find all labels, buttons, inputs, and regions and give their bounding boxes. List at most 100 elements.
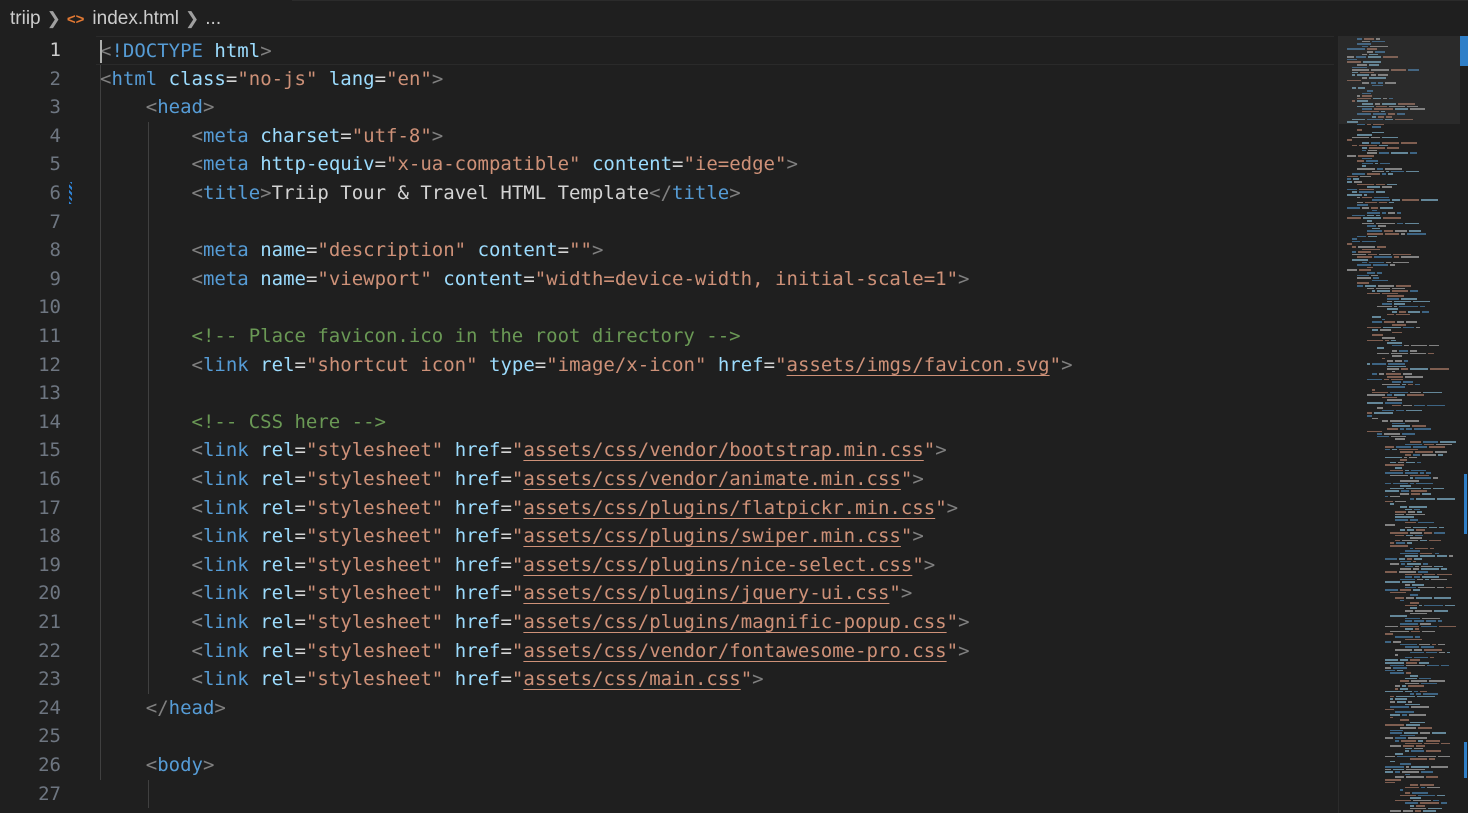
minimap-line	[1395, 313, 1410, 316]
minimap-line	[1387, 399, 1403, 401]
minimap-line	[1353, 178, 1359, 180]
code-token: charset	[260, 124, 341, 147]
code-line[interactable]: <!-- Place favicon.ico in the root direc…	[100, 322, 741, 351]
minimap-line	[1357, 277, 1371, 279]
code-link[interactable]: assets/css/plugins/magnific-popup.css	[523, 611, 946, 633]
code-line[interactable]: <meta http-equiv="x-ua-compatible" conte…	[100, 150, 798, 179]
code-link[interactable]: assets/css/plugins/swiper.min.css	[523, 525, 901, 547]
minimap-line	[1427, 807, 1442, 810]
minimap-line	[1400, 256, 1420, 258]
code-token: "	[511, 582, 524, 605]
git-modified-marker[interactable]	[69, 182, 72, 204]
code-link[interactable]: assets/css/vendor/animate.min.css	[523, 468, 901, 490]
code-line[interactable]: <meta name="description" content="">	[100, 236, 604, 265]
minimap[interactable]	[1338, 36, 1461, 813]
code-line[interactable]: <link rel="stylesheet" href="assets/css/…	[100, 436, 947, 465]
minimap-line	[1421, 682, 1437, 685]
code-line[interactable]: <link rel="stylesheet" href="assets/css/…	[100, 551, 936, 580]
code-link[interactable]: assets/imgs/favicon.svg	[787, 354, 1050, 376]
code-line[interactable]: <title>Triip Tour & Travel HTML Template…	[100, 179, 741, 208]
minimap-line	[1410, 547, 1414, 550]
minimap-line	[1413, 747, 1423, 750]
minimap-line	[1405, 656, 1412, 659]
minimap-line	[1367, 339, 1384, 342]
minimap-line	[1374, 412, 1393, 414]
code-line[interactable]: <link rel="stylesheet" href="assets/css/…	[100, 637, 970, 666]
minimap-line	[1385, 771, 1394, 773]
minimap-line	[1395, 636, 1414, 638]
minimap-line	[1419, 555, 1436, 557]
code-line[interactable]: <html class="no-js" lang="en">	[100, 65, 443, 94]
code-line[interactable]: <!DOCTYPE html>	[96, 36, 1334, 65]
minimap-line	[1405, 662, 1418, 664]
minimap-line	[1372, 334, 1383, 336]
code-line[interactable]: <link rel="stylesheet" href="assets/css/…	[100, 522, 924, 551]
code-line[interactable]: <link rel="stylesheet" href="assets/css/…	[100, 579, 913, 608]
minimap-line	[1390, 503, 1394, 505]
code-link[interactable]: assets/css/plugins/nice-select.css	[523, 554, 912, 576]
minimap-line	[1433, 487, 1445, 490]
minimap-line	[1390, 760, 1396, 763]
code-link[interactable]: assets/css/plugins/jquery-ui.css	[523, 582, 889, 604]
code-line[interactable]: <link rel="stylesheet" href="assets/css/…	[100, 665, 764, 694]
code-line[interactable]: </head>	[100, 694, 226, 723]
minimap-line	[1389, 391, 1409, 394]
breadcrumb-file[interactable]: index.html	[92, 8, 179, 30]
minimap-line	[1362, 157, 1373, 160]
code-link[interactable]: assets/css/plugins/flatpickr.min.css	[523, 497, 935, 519]
code-line[interactable]: <link rel="stylesheet" href="assets/css/…	[100, 465, 924, 494]
scrollbar-change-marker	[1464, 474, 1467, 534]
minimap-line	[1405, 773, 1410, 776]
code-line[interactable]: <link rel="stylesheet" href="assets/css/…	[100, 608, 970, 637]
code-token: <	[191, 611, 203, 633]
minimap-line	[1416, 695, 1435, 698]
minimap-line	[1439, 526, 1445, 529]
code-token: "description"	[317, 239, 467, 262]
code-token: =	[374, 67, 387, 90]
line-number-gutter[interactable]: 1 2 3 4 5 6 7 8 9 10 11 12 13 14 15 16 17 18 19 20 21 22 23 24 2…	[0, 36, 96, 813]
minimap-line	[1387, 212, 1396, 214]
code-link[interactable]: assets/css/main.css	[523, 668, 740, 690]
scrollbar-thumb[interactable]	[1460, 36, 1468, 66]
minimap-line	[1390, 545, 1408, 547]
vertical-scrollbar[interactable]	[1460, 36, 1468, 813]
code-line[interactable]: <link rel="shortcut icon" type="image/x-…	[100, 351, 1073, 380]
minimap-line	[1385, 168, 1402, 170]
line-number: 2	[49, 67, 61, 90]
code-token: "	[935, 496, 947, 519]
code-line[interactable]: <link rel="stylesheet" href="assets/css/…	[100, 494, 959, 523]
code-link[interactable]: assets/css/vendor/bootstrap.min.css	[523, 439, 923, 461]
minimap-line	[1376, 287, 1390, 290]
minimap-line	[1431, 643, 1436, 646]
minimap-line	[1410, 607, 1418, 609]
minimap-line	[1358, 269, 1371, 271]
code-token: "stylesheet"	[305, 525, 444, 548]
code-token: "	[511, 496, 524, 519]
minimap-line	[1395, 446, 1411, 448]
minimap-line	[1409, 506, 1427, 508]
code-editor[interactable]: <!DOCTYPE html> <html class="no-js" lang=…	[96, 36, 1338, 813]
minimap-line	[1400, 740, 1417, 742]
minimap-line	[1372, 227, 1381, 230]
code-line[interactable]: <meta charset="utf-8">	[100, 122, 444, 151]
minimap-slider[interactable]	[1339, 36, 1461, 124]
minimap-line	[1392, 381, 1401, 383]
minimap-line	[1415, 810, 1422, 812]
code-line[interactable]: <!-- CSS here -->	[100, 408, 386, 437]
code-line[interactable]: <body>	[100, 751, 215, 780]
minimap-line	[1410, 630, 1421, 633]
minimap-line	[1420, 690, 1427, 693]
line-number: 23	[38, 668, 61, 691]
code-link[interactable]: assets/css/vendor/fontawesome-pro.css	[523, 640, 946, 662]
code-token: =	[500, 468, 512, 490]
code-token: name	[260, 239, 306, 262]
minimap-line	[1395, 776, 1404, 778]
breadcrumb-folder[interactable]: triip	[10, 8, 41, 30]
breadcrumb-symbol-more[interactable]: ...	[205, 8, 221, 30]
minimap-line	[1372, 329, 1379, 331]
line-number: 11	[38, 325, 61, 347]
code-line[interactable]: <head>	[100, 93, 215, 122]
code-line[interactable]: <meta name="viewport" content="width=dev…	[100, 265, 970, 294]
